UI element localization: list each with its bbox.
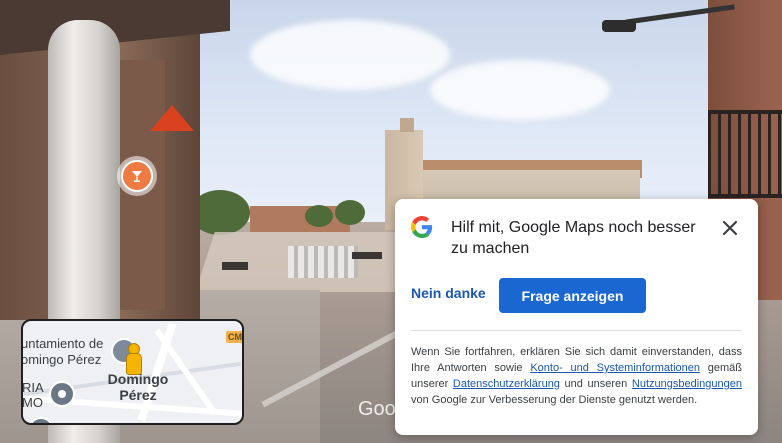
map-label: MO [22,395,43,410]
legal-text-part: von Google zur Verbesserung der Dienste … [411,394,698,406]
tree [335,200,365,225]
bench [352,252,382,259]
tree [305,205,333,227]
map-pin-icon [28,417,54,423]
legal-text: Wenn Sie fortfahren, erklären Sie sich d… [411,344,742,408]
cloud [430,60,610,120]
streetlamp-head [602,20,636,32]
map-label: untamiento de [21,336,104,351]
cocktail-glass-icon [121,160,153,192]
place-name-line2: Pérez [119,387,157,403]
church-tower-top [400,118,414,132]
place-name-line1: Domingo [107,371,169,387]
map-place-name: Domingo Pérez [103,371,173,403]
survey-dialog: Hilf mit, Google Maps noch besser zu mac… [395,199,758,435]
close-icon [722,220,738,236]
poi-marker[interactable] [117,156,157,196]
cloud [250,20,450,90]
divider [411,330,742,331]
account-info-link[interactable]: Konto- und Systeminformationen [530,362,700,374]
legal-text-part: und unseren [559,378,632,390]
close-button[interactable] [715,213,745,243]
show-question-button[interactable]: Frage anzeigen [499,278,646,313]
google-logo-icon [411,216,433,238]
terms-link[interactable]: Nutzungsbedingungen [632,378,742,390]
bench [222,262,248,270]
balcony-railing [708,110,782,198]
road-badge: CM [226,331,242,343]
map-label: omingo Pérez [21,352,102,367]
terrace-chairs [288,246,358,278]
google-watermark: Goo [358,398,396,420]
map-label: RIA [22,380,44,395]
map-pin-icon [49,381,75,407]
mini-map[interactable]: untamiento de omingo Pérez RIA MO Doming… [21,319,244,425]
privacy-policy-link[interactable]: Datenschutzerklärung [453,378,560,390]
dialog-title: Hilf mit, Google Maps noch besser zu mac… [451,219,696,257]
decline-button[interactable]: Nein danke [411,285,486,301]
